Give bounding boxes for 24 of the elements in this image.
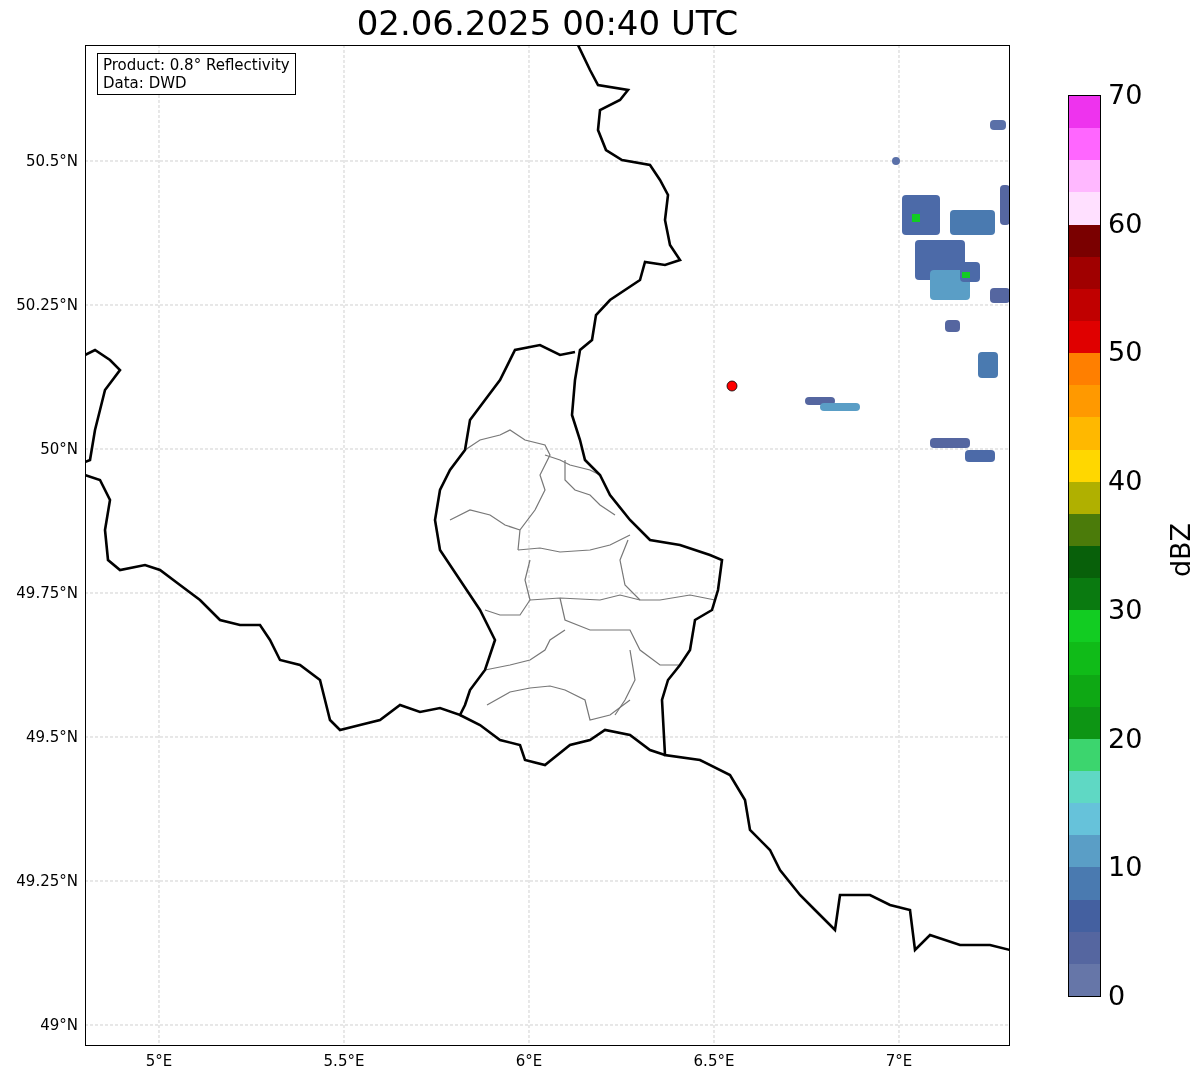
colorbar-tick-label: 10	[1108, 852, 1143, 883]
latitude-label: 49.25°N	[16, 872, 78, 890]
latitude-label: 50.25°N	[16, 296, 78, 314]
latitude-label: 49°N	[40, 1016, 78, 1034]
latitude-label: 50.5°N	[25, 152, 78, 170]
longitude-label: 7°E	[885, 1052, 913, 1070]
longitude-label: 6.5°E	[693, 1052, 735, 1070]
colorbar-label: dBZ	[1166, 522, 1196, 578]
longitude-label: 5.5°E	[323, 1052, 365, 1070]
colorbar-tick-label: 0	[1108, 981, 1126, 1011]
colorbar-tick-label: 70	[1108, 80, 1143, 110]
info-text: Data: DWD	[103, 74, 188, 92]
figure-title: 02.06.2025 00:40 UTC	[356, 3, 739, 43]
colorbar-tick-label: 60	[1108, 208, 1143, 239]
colorbar-tick-label: 30	[1108, 594, 1143, 625]
info-text: Product: 0.8° Reflectivity	[103, 56, 290, 74]
latitude-label: 49.5°N	[25, 728, 78, 746]
latitude-label: 49.75°N	[16, 584, 78, 602]
longitude-label: 6°E	[515, 1052, 543, 1070]
latitude-label: 50°N	[40, 440, 78, 458]
colorbar-tick-label: 50	[1108, 337, 1143, 368]
colorbar-tick-label: 20	[1108, 723, 1143, 754]
colorbar-tick-label: 40	[1108, 466, 1143, 497]
longitude-label: 5°E	[145, 1052, 173, 1070]
